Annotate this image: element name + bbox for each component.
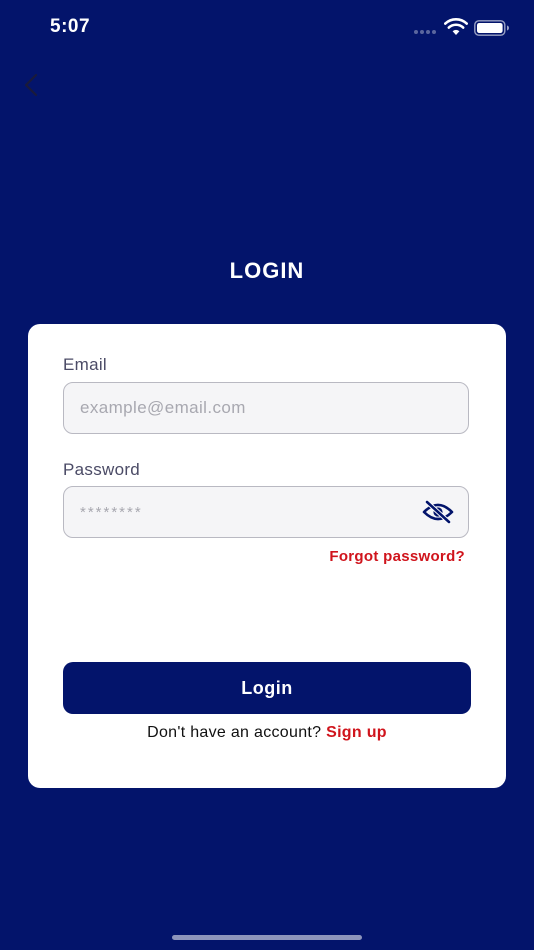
status-bar: 5:07 bbox=[0, 0, 534, 56]
wifi-icon bbox=[444, 18, 468, 35]
cellular-signal-icon bbox=[414, 30, 436, 34]
password-label: Password bbox=[63, 460, 141, 479]
battery-icon bbox=[474, 20, 509, 36]
page-title: LOGIN bbox=[229, 258, 305, 283]
login-button[interactable]: Login bbox=[63, 662, 471, 714]
password-field-container bbox=[63, 486, 469, 538]
email-label: Email bbox=[63, 355, 108, 374]
status-time: 5:07 bbox=[50, 16, 91, 37]
home-indicator[interactable] bbox=[172, 935, 362, 940]
signup-link[interactable]: Sign up bbox=[326, 724, 387, 741]
forgot-password-link[interactable]: Forgot password? bbox=[329, 548, 465, 565]
password-field[interactable] bbox=[80, 487, 410, 537]
email-field[interactable] bbox=[80, 383, 410, 433]
eye-off-icon bbox=[422, 500, 454, 524]
signup-prompt: Don't have an account? bbox=[147, 724, 327, 741]
login-card: Email Password Forgot password? Login Do… bbox=[28, 324, 506, 788]
password-visibility-toggle[interactable] bbox=[422, 499, 454, 525]
email-field-container bbox=[63, 382, 469, 434]
back-button[interactable] bbox=[14, 68, 48, 102]
chevron-left-icon bbox=[24, 73, 38, 97]
signup-row: Don't have an account? Sign up bbox=[28, 724, 506, 742]
